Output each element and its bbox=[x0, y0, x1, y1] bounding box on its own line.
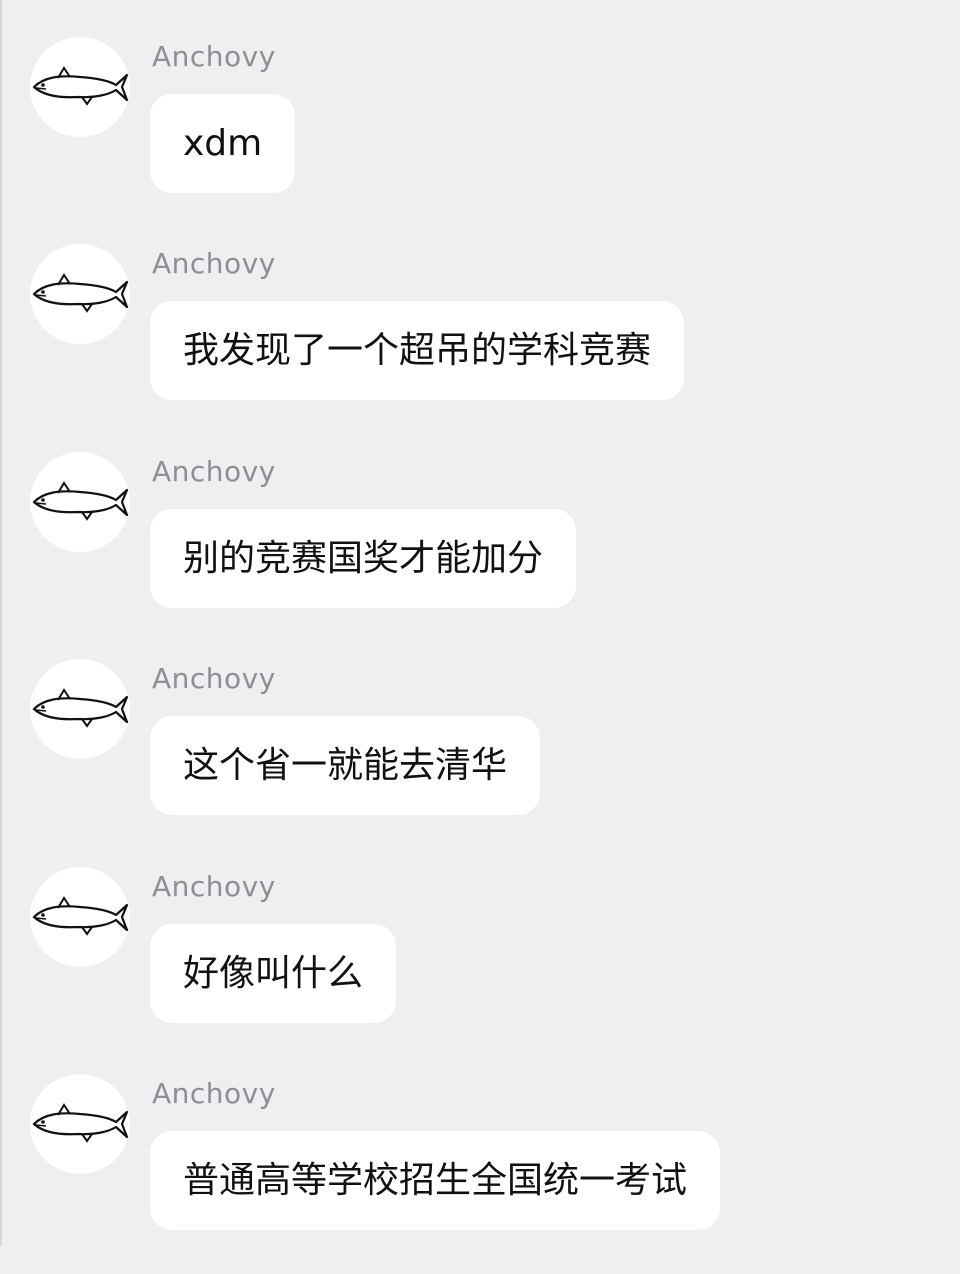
message-bubble[interactable]: 这个省一就能去清华 bbox=[150, 716, 541, 815]
chat-transcript: Anchovy xdm Anchovy 我发现了一个超吊的学科竞赛 Anchov… bbox=[0, 0, 960, 1246]
message-bubble[interactable]: 别的竞赛国奖才能加分 bbox=[150, 509, 577, 608]
fish-icon bbox=[32, 66, 129, 106]
message-row: Anchovy xdm bbox=[0, 37, 960, 237]
sender-name: Anchovy bbox=[152, 662, 276, 695]
avatar[interactable] bbox=[30, 452, 130, 552]
sender-name: Anchovy bbox=[152, 40, 276, 73]
avatar[interactable] bbox=[30, 659, 130, 759]
message-row: Anchovy 我发现了一个超吊的学科竞赛 bbox=[0, 244, 960, 444]
avatar[interactable] bbox=[30, 867, 130, 967]
sender-name: Anchovy bbox=[152, 247, 276, 280]
fish-icon bbox=[32, 273, 129, 313]
message-bubble[interactable]: 我发现了一个超吊的学科竞赛 bbox=[150, 301, 685, 400]
message-bubble[interactable]: 普通高等学校招生全国统一考试 bbox=[150, 1131, 721, 1230]
sender-name: Anchovy bbox=[152, 1077, 276, 1110]
fish-icon bbox=[32, 896, 129, 936]
message-row: Anchovy 这个省一就能去清华 bbox=[0, 659, 960, 859]
message-bubble[interactable]: 好像叫什么 bbox=[150, 924, 397, 1023]
sender-name: Anchovy bbox=[152, 870, 276, 903]
message-row: Anchovy 别的竞赛国奖才能加分 bbox=[0, 452, 960, 652]
fish-icon bbox=[32, 481, 129, 521]
avatar[interactable] bbox=[30, 37, 130, 137]
message-row: Anchovy 好像叫什么 bbox=[0, 867, 960, 1067]
message-row: Anchovy 普通高等学校招生全国统一考试 bbox=[0, 1074, 960, 1274]
fish-icon bbox=[32, 1103, 129, 1143]
sender-name: Anchovy bbox=[152, 455, 276, 488]
fish-icon bbox=[32, 688, 129, 728]
avatar[interactable] bbox=[30, 244, 130, 344]
avatar[interactable] bbox=[30, 1074, 130, 1174]
message-bubble[interactable]: xdm bbox=[150, 94, 296, 193]
